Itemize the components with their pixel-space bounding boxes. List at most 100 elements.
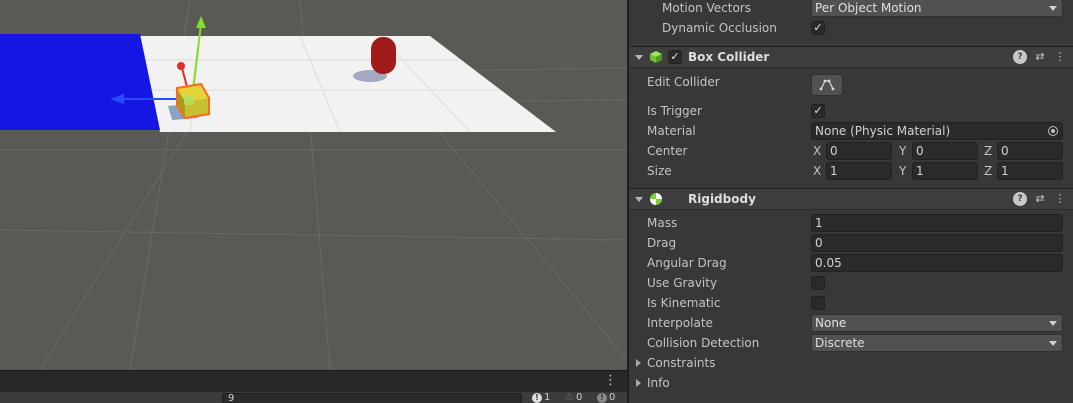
red-capsule[interactable]: [371, 37, 396, 74]
edit-collider-row: Edit Collider: [629, 72, 1073, 98]
material-label: Material: [647, 124, 696, 138]
size-x-label[interactable]: X: [813, 161, 821, 181]
angular-drag-field[interactable]: 0.05: [811, 254, 1063, 272]
presets-icon[interactable]: ⇄: [1033, 50, 1047, 64]
help-icon[interactable]: ?: [1013, 50, 1027, 64]
edit-collider-label: Edit Collider: [647, 75, 720, 89]
is-trigger-row: Is Trigger ✓: [629, 101, 1073, 121]
console-toolbar: ⋮: [0, 370, 627, 392]
dynamic-occlusion-label: Dynamic Occlusion: [662, 21, 777, 35]
console-menu-icon[interactable]: ⋮: [604, 373, 617, 389]
center-y-label[interactable]: Y: [899, 141, 906, 161]
fold-chevron-icon[interactable]: [635, 197, 643, 202]
motion-vectors-value: Per Object Motion: [815, 1, 922, 15]
ground-plane[interactable]: [140, 36, 556, 132]
size-z-label[interactable]: Z: [984, 161, 992, 181]
kebab-menu-icon[interactable]: ⋮: [1053, 192, 1067, 206]
rigidbody-header[interactable]: Rigidbody ? ⇄ ⋮: [629, 188, 1073, 210]
warning-count-value: 0: [576, 392, 583, 403]
constraints-foldout[interactable]: Constraints: [629, 353, 1073, 373]
mass-field[interactable]: 1: [811, 214, 1063, 232]
collision-detection-row: Collision Detection Discrete: [629, 333, 1073, 353]
gizmo-x-handle[interactable]: [177, 62, 185, 70]
error-count-value: 0: [609, 392, 616, 403]
size-y-field[interactable]: 1: [912, 162, 978, 180]
use-gravity-label: Use Gravity: [647, 276, 718, 290]
gizmo-y-arrow[interactable]: [196, 16, 206, 28]
warning-icon: ⚠: [564, 392, 574, 403]
box-collider-icon: [650, 51, 662, 63]
info-count[interactable]: ! 1: [532, 393, 550, 403]
size-y-label[interactable]: Y: [899, 161, 906, 181]
is-kinematic-checkbox[interactable]: [811, 296, 825, 310]
motion-vectors-row: Motion Vectors Per Object Motion: [629, 0, 1073, 18]
collision-detection-dropdown[interactable]: Discrete: [811, 334, 1063, 352]
interpolate-value: None: [815, 316, 847, 330]
box-collider-tools: ? ⇄ ⋮: [1013, 50, 1067, 64]
material-row: Material None (Physic Material): [629, 121, 1073, 141]
center-row: Center X 0 Y 0 Z 0: [629, 141, 1073, 161]
fold-chevron-icon[interactable]: [635, 55, 643, 60]
motion-vectors-label: Motion Vectors: [662, 1, 751, 15]
info-foldout[interactable]: Info: [629, 373, 1073, 393]
error-icon: !: [597, 393, 607, 403]
dynamic-occlusion-checkbox[interactable]: ✓: [811, 21, 825, 35]
constraints-label: Constraints: [647, 356, 716, 370]
info-icon: !: [532, 393, 542, 403]
blue-plane[interactable]: [0, 34, 160, 130]
interpolate-dropdown[interactable]: None: [811, 314, 1063, 332]
box-collider-title: Box Collider: [688, 50, 770, 64]
center-y-field[interactable]: 0: [912, 142, 978, 160]
interpolate-label: Interpolate: [647, 316, 713, 330]
fold-right-icon[interactable]: [636, 379, 641, 387]
size-x-field[interactable]: 1: [826, 162, 892, 180]
edit-collider-icon: [819, 79, 835, 91]
gizmo-center-handle[interactable]: [184, 95, 194, 105]
angular-drag-row: Angular Drag 0.05: [629, 253, 1073, 273]
info-label: Info: [647, 376, 670, 390]
interpolate-row: Interpolate None: [629, 313, 1073, 333]
center-x-field[interactable]: 0: [826, 142, 892, 160]
center-z-label[interactable]: Z: [984, 141, 992, 161]
console-search-input[interactable]: 9: [222, 393, 522, 403]
info-count-value: 1: [544, 392, 551, 403]
motion-vectors-dropdown[interactable]: Per Object Motion: [811, 0, 1063, 17]
edit-collider-button[interactable]: [811, 74, 843, 96]
object-picker-icon[interactable]: [1048, 126, 1058, 136]
is-trigger-label: Is Trigger: [647, 104, 702, 118]
fold-right-icon[interactable]: [636, 359, 641, 367]
inspector-panel: Motion Vectors Per Object Motion Dynamic…: [629, 0, 1073, 403]
is-kinematic-row: Is Kinematic: [629, 293, 1073, 313]
rigidbody-title: Rigidbody: [688, 192, 756, 206]
drag-row: Drag 0: [629, 233, 1073, 253]
chevron-down-icon: [1049, 6, 1057, 11]
box-collider-header[interactable]: ✓ Box Collider ? ⇄ ⋮: [629, 46, 1073, 68]
size-row: Size X 1 Y 1 Z 1: [629, 161, 1073, 181]
collision-detection-label: Collision Detection: [647, 336, 760, 350]
use-gravity-checkbox[interactable]: [811, 276, 825, 290]
use-gravity-row: Use Gravity: [629, 273, 1073, 293]
rigidbody-icon: [650, 193, 662, 205]
scene-viewport[interactable]: [0, 0, 627, 370]
size-z-field[interactable]: 1: [997, 162, 1063, 180]
warning-count[interactable]: ⚠ 0: [564, 392, 583, 403]
center-x-label[interactable]: X: [813, 141, 821, 161]
is-trigger-checkbox[interactable]: ✓: [811, 104, 825, 118]
chevron-down-icon: [1049, 321, 1057, 326]
size-label: Size: [647, 164, 672, 178]
help-icon[interactable]: ?: [1013, 192, 1027, 206]
drag-label: Drag: [647, 236, 677, 250]
angular-drag-label: Angular Drag: [647, 256, 727, 270]
box-collider-enabled-checkbox[interactable]: ✓: [668, 50, 682, 64]
chevron-down-icon: [1049, 341, 1057, 346]
collision-detection-value: Discrete: [815, 336, 865, 350]
material-object-field[interactable]: None (Physic Material): [811, 122, 1063, 140]
presets-icon[interactable]: ⇄: [1033, 192, 1047, 206]
scene-view[interactable]: [0, 0, 627, 370]
kebab-menu-icon[interactable]: ⋮: [1053, 50, 1067, 64]
error-count[interactable]: ! 0: [597, 393, 615, 403]
center-label: Center: [647, 144, 688, 158]
mass-label: Mass: [647, 216, 678, 230]
drag-field[interactable]: 0: [811, 234, 1063, 252]
center-z-field[interactable]: 0: [997, 142, 1063, 160]
